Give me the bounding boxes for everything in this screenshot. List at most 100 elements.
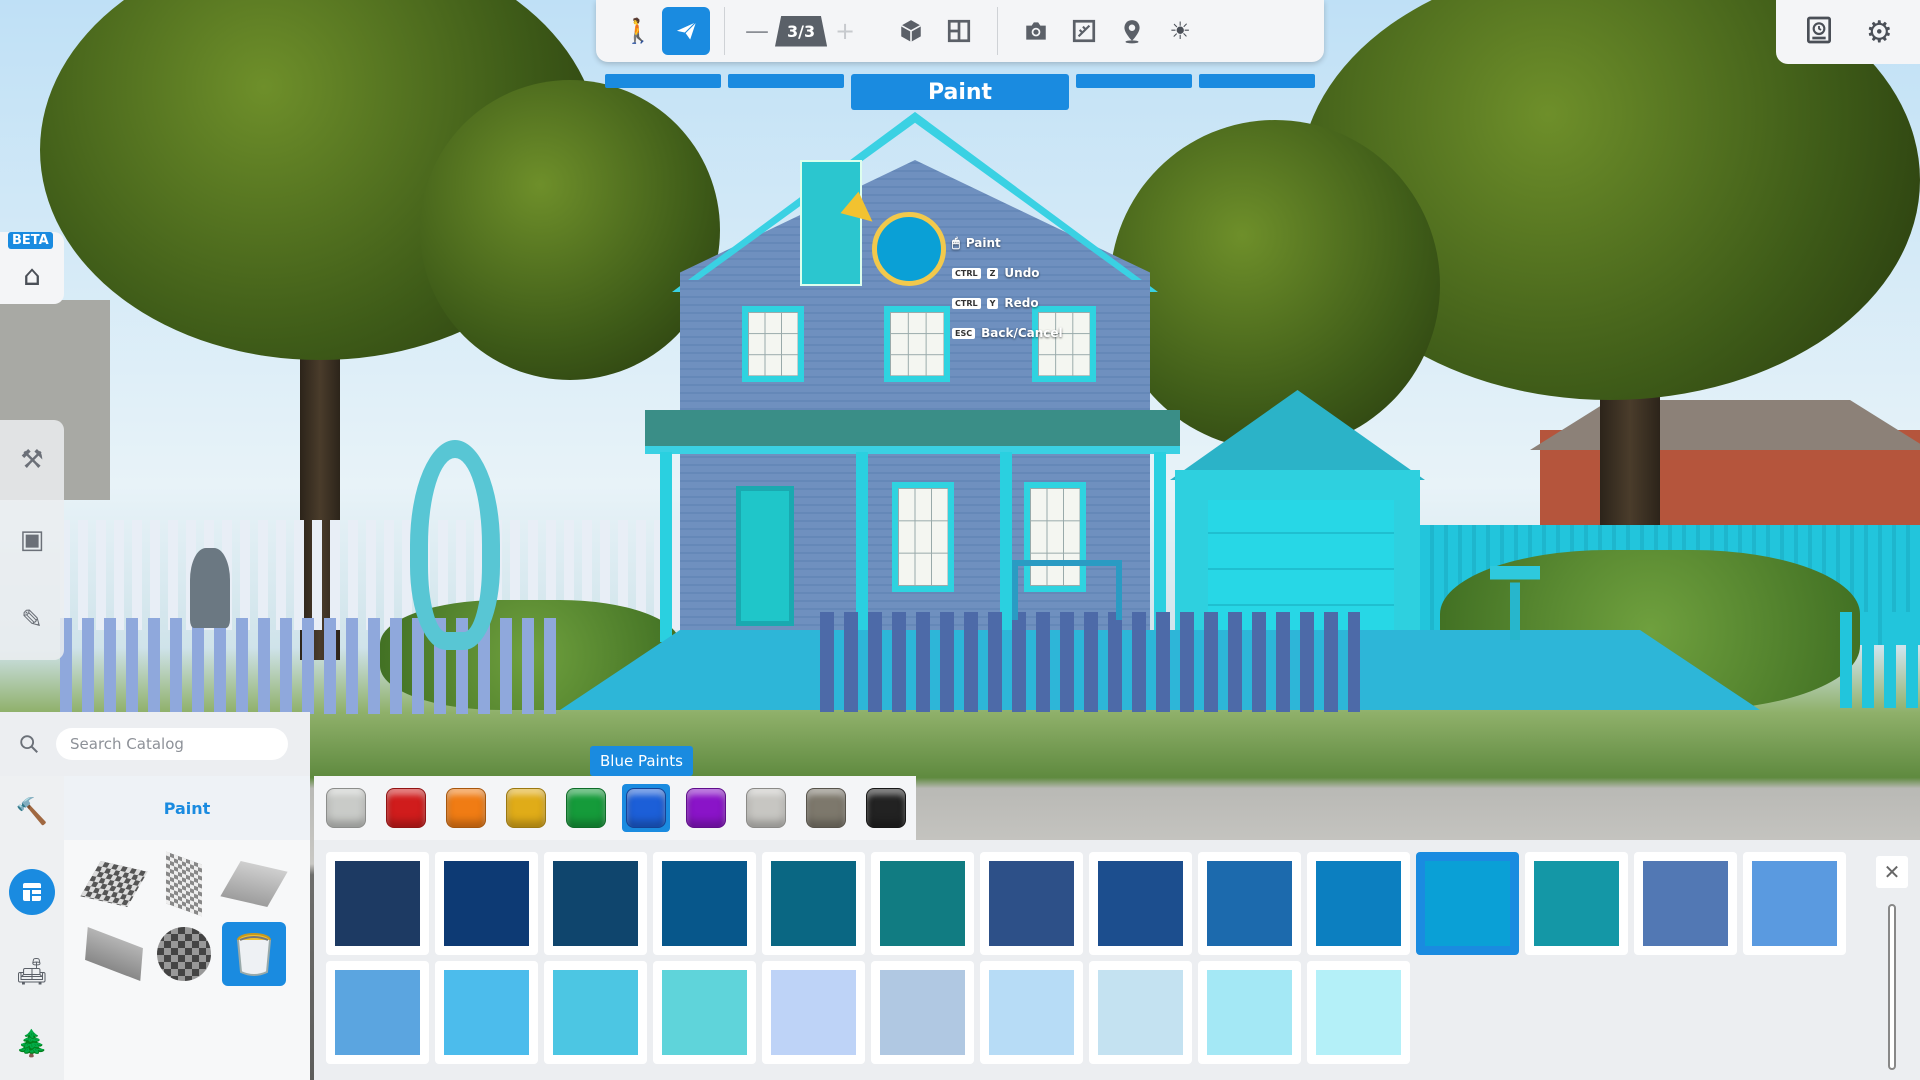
paint-swatch[interactable] bbox=[1198, 961, 1301, 1064]
paint-swatch[interactable] bbox=[544, 852, 647, 955]
mode-tab-paint[interactable]: Paint bbox=[851, 74, 1069, 110]
color-family-button[interactable] bbox=[682, 784, 730, 832]
color-family-button[interactable] bbox=[622, 784, 670, 832]
ruler-icon bbox=[1073, 19, 1096, 43]
mode-tab-4[interactable] bbox=[1076, 74, 1192, 88]
close-icon: ✕ bbox=[1883, 860, 1901, 884]
close-swatch-panel-button[interactable]: ✕ bbox=[1876, 856, 1908, 888]
window-upper-left bbox=[742, 306, 804, 382]
paint-swatch[interactable] bbox=[871, 961, 974, 1064]
color-family-button[interactable] bbox=[802, 784, 850, 832]
camera-button[interactable] bbox=[1012, 7, 1060, 55]
history-button[interactable] bbox=[1803, 14, 1835, 50]
paint-swatch[interactable] bbox=[1089, 961, 1192, 1064]
color-family-button[interactable] bbox=[382, 784, 430, 832]
garden-sculpture bbox=[410, 440, 500, 650]
paint-swatch[interactable] bbox=[1089, 852, 1192, 955]
key-ctrl: CTRL bbox=[952, 267, 981, 279]
color-family-button[interactable] bbox=[322, 784, 370, 832]
paint-swatch-color bbox=[335, 970, 420, 1055]
paint-swatch-color bbox=[1534, 861, 1619, 946]
paint-brush-cursor bbox=[872, 212, 946, 286]
paint-swatch[interactable] bbox=[1307, 961, 1410, 1064]
floorplan-view-button[interactable] bbox=[935, 7, 983, 55]
porch-bench bbox=[1012, 560, 1122, 620]
search-input[interactable] bbox=[56, 728, 288, 760]
paint-swatch-color bbox=[1098, 970, 1183, 1055]
paint-swatch[interactable] bbox=[1525, 852, 1628, 955]
material-paint-bucket[interactable] bbox=[222, 922, 286, 986]
key-z: Z bbox=[986, 267, 999, 279]
paint-swatch[interactable] bbox=[1743, 852, 1846, 955]
paint-swatch[interactable] bbox=[871, 852, 974, 955]
measure-button[interactable] bbox=[1060, 7, 1108, 55]
object-tool-button[interactable]: ▣ bbox=[20, 525, 45, 555]
paint-swatch-color bbox=[1207, 970, 1292, 1055]
view-3d-button[interactable] bbox=[887, 7, 935, 55]
paint-swatch[interactable] bbox=[1307, 852, 1410, 955]
paint-swatch[interactable] bbox=[980, 961, 1083, 1064]
side-tool-panel: ⚒ ▣ ✎ bbox=[0, 420, 64, 660]
paint-tool-button[interactable]: ✎ bbox=[21, 605, 43, 635]
category-furniture[interactable]: 🛋 bbox=[15, 957, 48, 987]
material-floor-tile[interactable] bbox=[80, 852, 148, 916]
material-grid bbox=[64, 840, 310, 998]
paint-swatch-color bbox=[662, 970, 747, 1055]
color-family-button[interactable] bbox=[562, 784, 610, 832]
color-family-button[interactable] bbox=[862, 784, 910, 832]
history-icon bbox=[1807, 16, 1832, 44]
paint-swatch[interactable] bbox=[1416, 852, 1519, 955]
paint-swatch[interactable] bbox=[653, 852, 756, 955]
paint-swatch[interactable] bbox=[435, 961, 538, 1064]
paint-swatch[interactable] bbox=[1634, 852, 1737, 955]
paint-swatch[interactable] bbox=[980, 852, 1083, 955]
paint-swatch[interactable] bbox=[326, 961, 429, 1064]
color-family-button[interactable] bbox=[502, 784, 550, 832]
floor-up-button[interactable]: + bbox=[827, 17, 863, 45]
paint-swatch[interactable] bbox=[1198, 852, 1301, 955]
category-materials[interactable] bbox=[9, 869, 55, 915]
walk-mode-button[interactable]: 🚶 bbox=[614, 7, 662, 55]
hint-cancel: ESC Back/Cancel bbox=[952, 318, 1063, 348]
sofa-icon: 🛋 bbox=[15, 957, 49, 987]
paint-swatch[interactable] bbox=[544, 961, 647, 1064]
front-door bbox=[736, 486, 794, 626]
paint-swatch-color bbox=[1643, 861, 1728, 946]
category-landscape[interactable]: 🌲 bbox=[16, 1029, 48, 1059]
paint-swatch[interactable] bbox=[762, 961, 865, 1064]
tree-canopy-mid bbox=[1110, 120, 1440, 450]
fly-mode-button[interactable] bbox=[662, 7, 710, 55]
paint-swatch[interactable] bbox=[435, 852, 538, 955]
floor-down-button[interactable]: — bbox=[739, 17, 775, 45]
floorplan-icon bbox=[948, 19, 971, 43]
paint-swatch-color bbox=[1207, 861, 1292, 946]
mode-tab-5[interactable] bbox=[1199, 74, 1315, 88]
hint-undo-label: Undo bbox=[1004, 266, 1040, 280]
top-toolbar: 🚶 — 3/3 + ☀ bbox=[596, 0, 1324, 62]
map-pin-icon bbox=[1124, 20, 1140, 44]
search-icon bbox=[20, 735, 38, 753]
color-family-button[interactable] bbox=[442, 784, 490, 832]
mouse-icon: 🖱 bbox=[952, 235, 960, 251]
paint-swatch-color bbox=[989, 861, 1074, 946]
paint-swatch[interactable] bbox=[653, 961, 756, 1064]
material-floor-plank[interactable] bbox=[220, 852, 288, 916]
color-family-button[interactable] bbox=[742, 784, 790, 832]
material-argyle[interactable] bbox=[152, 922, 216, 986]
mode-tab-2[interactable] bbox=[728, 74, 844, 88]
lighting-button[interactable]: ☀ bbox=[1156, 7, 1204, 55]
settings-button[interactable]: ⚙ bbox=[1866, 15, 1893, 50]
paint-swatch[interactable] bbox=[326, 852, 429, 955]
location-button[interactable] bbox=[1108, 7, 1156, 55]
mode-tab-1[interactable] bbox=[605, 74, 721, 88]
swatch-scrollbar[interactable] bbox=[1888, 904, 1896, 1070]
brush-icon: ✎ bbox=[21, 605, 43, 635]
build-tool-button[interactable]: ⚒ bbox=[20, 445, 43, 475]
color-family-chip bbox=[326, 788, 366, 828]
material-ceiling[interactable] bbox=[82, 922, 146, 986]
category-build[interactable]: 🔨 bbox=[16, 797, 48, 827]
paint-bucket-icon bbox=[237, 933, 271, 976]
paint-swatch[interactable] bbox=[762, 852, 865, 955]
paint-swatch-color bbox=[335, 861, 420, 946]
material-wall-pattern[interactable] bbox=[152, 851, 216, 917]
